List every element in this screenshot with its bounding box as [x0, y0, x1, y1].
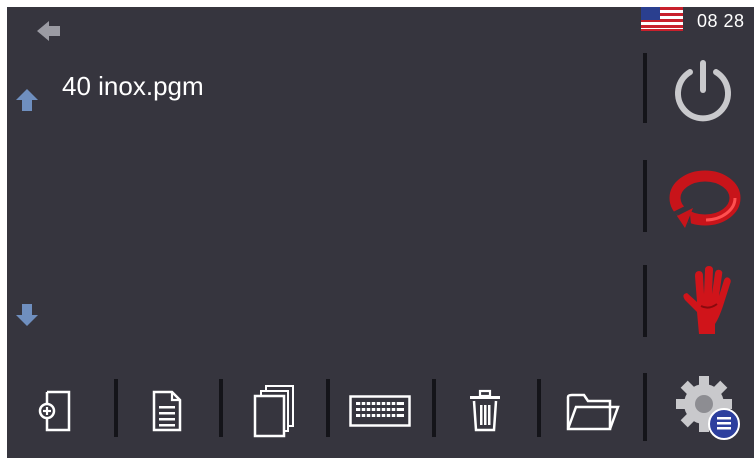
arrow-up-icon[interactable]: [16, 89, 38, 111]
stop-button[interactable]: [671, 263, 741, 339]
clock-time: 08 28: [697, 11, 745, 31]
settings-button[interactable]: [671, 369, 747, 445]
keyboard-icon: [349, 395, 411, 427]
separator: [643, 265, 647, 337]
open-folder-button[interactable]: [560, 387, 626, 435]
new-file-button[interactable]: [25, 385, 85, 437]
arrow-left-icon[interactable]: [37, 21, 61, 41]
separator: [643, 160, 647, 232]
delete-button[interactable]: [455, 385, 515, 437]
reset-icon: [669, 168, 741, 232]
folder-icon: [566, 391, 620, 431]
copy-icon: [252, 384, 296, 438]
open-document-button[interactable]: [137, 385, 197, 437]
separator: [219, 379, 223, 437]
program-screen: 08 28 40 inox.pgm: [7, 7, 754, 458]
keyboard-button[interactable]: [345, 387, 415, 435]
separator: [326, 379, 330, 437]
separator: [643, 373, 647, 441]
new-file-icon: [38, 389, 72, 433]
reset-button[interactable]: [667, 162, 743, 238]
power-icon: [673, 60, 733, 122]
separator: [432, 379, 436, 437]
separator: [114, 379, 118, 437]
arrow-down-icon[interactable]: [16, 304, 38, 326]
stop-hand-icon: [679, 266, 733, 336]
copy-button[interactable]: [242, 383, 306, 439]
settings-icon: [674, 372, 744, 442]
trash-icon: [468, 389, 502, 433]
us-flag-icon: [641, 7, 683, 31]
power-button[interactable]: [667, 55, 739, 127]
file-list-item[interactable]: 40 inox.pgm: [62, 71, 204, 102]
separator: [537, 379, 541, 437]
separator: [643, 53, 647, 123]
open-document-icon: [151, 389, 183, 433]
